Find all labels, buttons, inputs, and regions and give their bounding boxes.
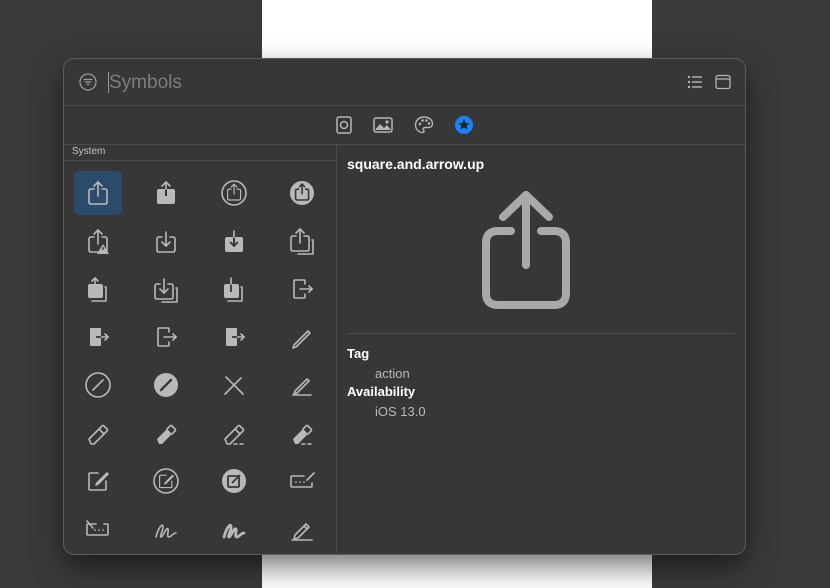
- eraser-line-dashed-icon: [224, 424, 245, 445]
- symbol-cell-rectangle-and-pencil-and-ellipsis[interactable]: [278, 459, 326, 503]
- pencil-line-icon: [292, 378, 312, 396]
- photo-icon[interactable]: [373, 115, 393, 135]
- pencil-and-outline-icon: [291, 523, 313, 541]
- square-and-arrow-up-fill-icon: [157, 181, 175, 204]
- pencil-icon: [292, 330, 311, 349]
- symbol-cell-square-and-pencil-circle-fill[interactable]: [210, 459, 258, 503]
- pencil-circle-icon: [85, 372, 111, 398]
- section-title: System: [72, 146, 106, 157]
- square-and-arrow-up-on-square-icon: [290, 228, 314, 255]
- photo-frame-icon[interactable]: [334, 115, 354, 135]
- symbol-cell-pencil-circle[interactable]: [74, 363, 122, 407]
- tag-value: action: [375, 366, 410, 381]
- eraser-fill-icon: [157, 424, 177, 444]
- square-and-arrow-down-on-square-fill-icon: [224, 277, 243, 302]
- symbol-cell-rectangle-portrait-and-arrow-forward[interactable]: [142, 315, 190, 359]
- symbol-cell-rectangle-and-pencil-and-ellipsis-rtl[interactable]: [74, 507, 122, 551]
- rectangle-portrait-and-arrow-right-fill-icon: [90, 328, 109, 346]
- scribble-icon: [155, 524, 177, 538]
- availability-label: Availability: [347, 384, 416, 399]
- square-and-arrow-up-on-square-fill-icon: [88, 277, 107, 302]
- rectangle-and-pencil-and-ellipsis-rtl-icon: [86, 520, 109, 536]
- rectangle-portrait-and-arrow-right-icon: [293, 279, 313, 299]
- square-and-arrow-up-icon: [88, 181, 108, 205]
- symbol-cell-square-and-arrow-up-on-square-fill[interactable]: [74, 267, 122, 311]
- pane-divider: [336, 145, 337, 554]
- square-and-arrow-up-trianglebadge-exclamationmark-icon: [88, 229, 109, 254]
- symbol-cell-scribble[interactable]: [142, 507, 190, 551]
- category-tabs: [64, 106, 745, 145]
- list-view-icon[interactable]: [687, 74, 703, 90]
- symbol-cell-rectangle-portrait-and-arrow-forward-fill[interactable]: [210, 315, 258, 359]
- square-and-arrow-up-icon: [482, 191, 570, 309]
- symbol-cell-rectangle-portrait-and-arrow-right-fill[interactable]: [74, 315, 122, 359]
- square-and-arrow-up-circle-icon: [221, 180, 247, 206]
- symbol-name: square.and.arrow.up: [347, 156, 485, 172]
- symbol-cell-scribble-variable[interactable]: [210, 507, 258, 551]
- symbol-cell-square-and-arrow-up-circle[interactable]: [210, 171, 258, 215]
- eraser-line-dashed-fill-icon: [293, 424, 313, 445]
- square-and-pencil-circle-fill-icon: [222, 469, 246, 493]
- search-bar: [64, 59, 745, 106]
- symbol-cell-square-and-pencil-circle[interactable]: [142, 459, 190, 503]
- symbol-cell-pencil-line[interactable]: [278, 363, 326, 407]
- favorites-icon[interactable]: [454, 115, 474, 135]
- symbols-picker-panel: System square.and.arrow.up Tag action Av…: [64, 59, 745, 554]
- symbol-cell-pencil-slash[interactable]: [210, 363, 258, 407]
- symbol-cell-square-and-arrow-down-fill[interactable]: [210, 219, 258, 263]
- symbol-cell-pencil-circle-fill[interactable]: [142, 363, 190, 407]
- square-and-pencil-icon: [88, 472, 109, 491]
- search-input[interactable]: [109, 70, 609, 96]
- symbol-cell-square-and-arrow-up-trianglebadge-exclamationmark[interactable]: [74, 219, 122, 263]
- tag-label: Tag: [347, 346, 370, 361]
- square-and-arrow-down-fill-icon: [225, 230, 243, 252]
- symbol-cell-square-and-arrow-up-circle-fill[interactable]: [278, 171, 326, 215]
- section-divider: [64, 160, 336, 161]
- symbol-cell-pencil[interactable]: [278, 315, 326, 359]
- symbol-cell-rectangle-portrait-and-arrow-right[interactable]: [278, 267, 326, 311]
- symbol-cell-eraser-line-dashed[interactable]: [210, 411, 258, 455]
- square-and-arrow-up-circle-fill-icon: [290, 181, 314, 205]
- rectangle-portrait-and-arrow-forward-fill-icon: [226, 328, 245, 346]
- scribble-variable-icon: [222, 523, 246, 539]
- symbol-cell-eraser-line-dashed-fill[interactable]: [278, 411, 326, 455]
- rectangle-and-pencil-and-ellipsis-icon: [290, 472, 315, 488]
- square-and-arrow-down-on-square-icon: [154, 278, 178, 303]
- pencil-circle-fill-icon: [154, 373, 178, 397]
- palette-icon[interactable]: [414, 115, 434, 135]
- symbol-cell-pencil-and-outline[interactable]: [278, 507, 326, 551]
- symbol-cell-square-and-arrow-down-on-square-fill[interactable]: [210, 267, 258, 311]
- eraser-icon: [88, 424, 109, 445]
- symbol-cell-eraser-fill[interactable]: [142, 411, 190, 455]
- symbol-cell-square-and-pencil[interactable]: [74, 459, 122, 503]
- symbol-cell-eraser[interactable]: [74, 411, 122, 455]
- detail-divider: [347, 333, 735, 334]
- rectangle-portrait-and-arrow-forward-icon: [157, 327, 177, 347]
- symbol-cell-square-and-arrow-up-fill[interactable]: [142, 171, 190, 215]
- window-icon[interactable]: [715, 74, 731, 90]
- symbol-cell-square-and-arrow-down-on-square[interactable]: [142, 267, 190, 311]
- symbol-cell-square-and-arrow-up-on-square[interactable]: [278, 219, 326, 263]
- symbol-cell-square-and-arrow-down[interactable]: [142, 219, 190, 263]
- square-and-arrow-down-icon: [156, 231, 176, 253]
- square-and-pencil-circle-icon: [153, 468, 179, 494]
- filter-icon[interactable]: [79, 73, 97, 91]
- pencil-slash-icon: [224, 376, 244, 395]
- symbol-cell-square-and-arrow-up[interactable]: [74, 171, 122, 215]
- availability-value: iOS 13.0: [375, 404, 426, 419]
